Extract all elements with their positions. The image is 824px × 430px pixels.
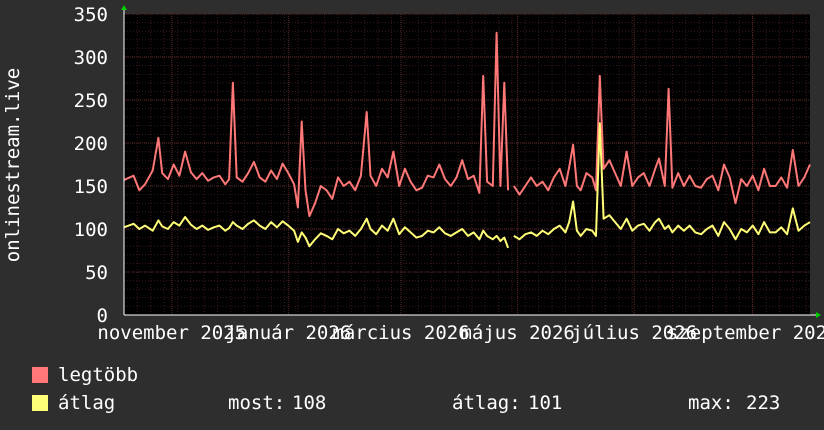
stat-atlag-value: 101 xyxy=(528,392,563,414)
y-tick-label: 300 xyxy=(74,47,108,69)
y-tick-label: 250 xyxy=(74,90,108,112)
stat-max-label: max: xyxy=(688,392,734,414)
y-tick-label: 350 xyxy=(74,4,108,26)
stat-max-value: 223 xyxy=(746,392,781,414)
stat-atlag-label: átlag: xyxy=(452,392,521,414)
legend-swatch-legtobb xyxy=(32,367,48,383)
legend-swatch-atlag xyxy=(32,395,48,411)
legend-label-legtobb: legtöbb xyxy=(58,364,139,386)
chart-container: 0 50 100 150 200 250 300 350 november 2025 januá… xyxy=(0,0,824,430)
x-tick-label: november 2025 xyxy=(97,322,246,344)
chart: 050100150200250300350 november 2025januá… xyxy=(2,4,824,344)
stat-most-value: 108 xyxy=(292,392,327,414)
y-tick-labels: 050100150200250300350 xyxy=(74,4,108,327)
plot-background xyxy=(124,14,810,315)
stat-most-label: most: xyxy=(228,392,286,414)
x-tick-label: szeptember 2026 xyxy=(667,322,824,344)
x-tick-label: május 2026 xyxy=(460,322,574,344)
y-axis-label: onlinestream.live xyxy=(2,68,24,262)
y-tick-label: 50 xyxy=(85,262,108,284)
x-tick-label: március 2026 xyxy=(332,322,469,344)
y-tick-label: 200 xyxy=(74,133,108,155)
x-tick-labels: november 2025január 2026március 2026máju… xyxy=(97,322,824,344)
legend-label-atlag: átlag xyxy=(58,392,116,414)
y-tick-label: 150 xyxy=(74,176,108,198)
y-axis-arrow xyxy=(121,5,127,10)
x-axis-arrow xyxy=(816,312,821,318)
y-tick-label: 100 xyxy=(74,219,108,241)
